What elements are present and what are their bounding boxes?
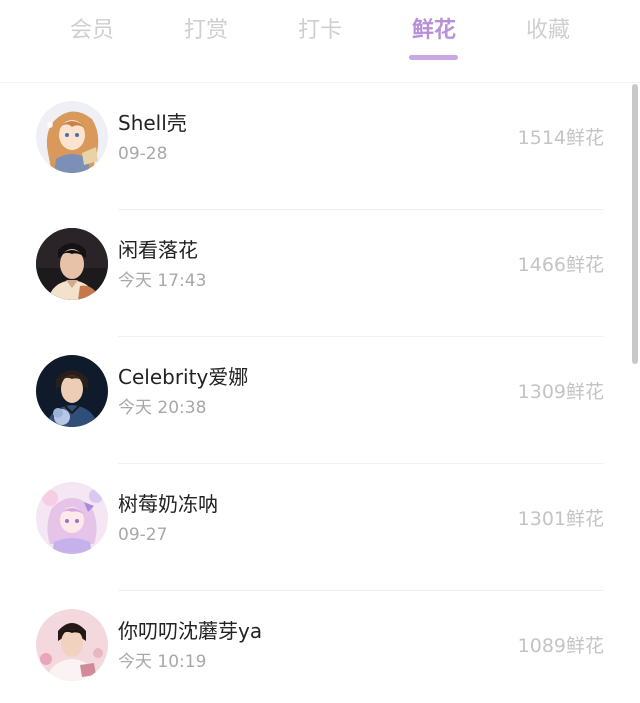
tab-bar: 会员 打赏 打卡 鲜花 收藏 — [0, 0, 640, 82]
user-name[interactable]: Celebrity爱娜 — [118, 362, 248, 392]
tab-checkin[interactable]: 打卡 — [280, 12, 360, 50]
tab-flowers[interactable]: 鲜花 — [394, 12, 474, 50]
avatar[interactable] — [36, 101, 108, 173]
flower-ranking-page: 会员 打赏 打卡 鲜花 收藏 Shell壳 09-28 1514鲜花 闲看落花 … — [0, 0, 640, 703]
avatar[interactable] — [36, 609, 108, 681]
anime-girl-avatar-icon — [36, 101, 108, 173]
avatar[interactable] — [36, 228, 108, 300]
flower-list: Shell壳 09-28 1514鲜花 闲看落花 今天 17:43 1466鲜花… — [0, 83, 640, 703]
timestamp: 今天 17:43 — [118, 271, 207, 291]
scrollbar[interactable] — [632, 84, 638, 364]
flower-count: 1089鲜花 — [517, 635, 604, 657]
user-name[interactable]: Shell壳 — [118, 108, 187, 138]
list-item[interactable]: Celebrity爱娜 今天 20:38 1309鲜花 — [0, 337, 640, 464]
tab-membership[interactable]: 会员 — [52, 12, 132, 50]
list-item[interactable]: Shell壳 09-28 1514鲜花 — [0, 83, 640, 210]
list-item[interactable]: 闲看落花 今天 17:43 1466鲜花 — [0, 210, 640, 337]
timestamp: 今天 20:38 — [118, 398, 207, 418]
timestamp: 今天 10:19 — [118, 652, 207, 672]
user-name[interactable]: 你叨叨沈蘑芽ya — [118, 616, 262, 646]
user-name[interactable]: 树莓奶冻呐 — [118, 489, 218, 519]
flower-count: 1301鲜花 — [517, 508, 604, 530]
photo-avatar-icon — [36, 609, 108, 681]
user-name[interactable]: 闲看落花 — [118, 235, 198, 265]
list-item[interactable]: 你叨叨沈蘑芽ya 今天 10:19 1089鲜花 — [0, 591, 640, 703]
anime-girl-avatar-icon — [36, 482, 108, 554]
photo-avatar-icon — [36, 228, 108, 300]
list-item[interactable]: 树莓奶冻呐 09-27 1301鲜花 — [0, 464, 640, 591]
timestamp: 09-28 — [118, 144, 168, 164]
avatar[interactable] — [36, 482, 108, 554]
tab-favorites[interactable]: 收藏 — [508, 12, 588, 50]
avatar[interactable] — [36, 355, 108, 427]
flower-count: 1466鲜花 — [517, 254, 604, 276]
flower-count: 1514鲜花 — [517, 127, 604, 149]
active-tab-indicator — [409, 55, 458, 60]
photo-avatar-icon — [36, 355, 108, 427]
flower-count: 1309鲜花 — [517, 381, 604, 403]
timestamp: 09-27 — [118, 525, 168, 545]
tab-tips[interactable]: 打赏 — [166, 12, 246, 50]
